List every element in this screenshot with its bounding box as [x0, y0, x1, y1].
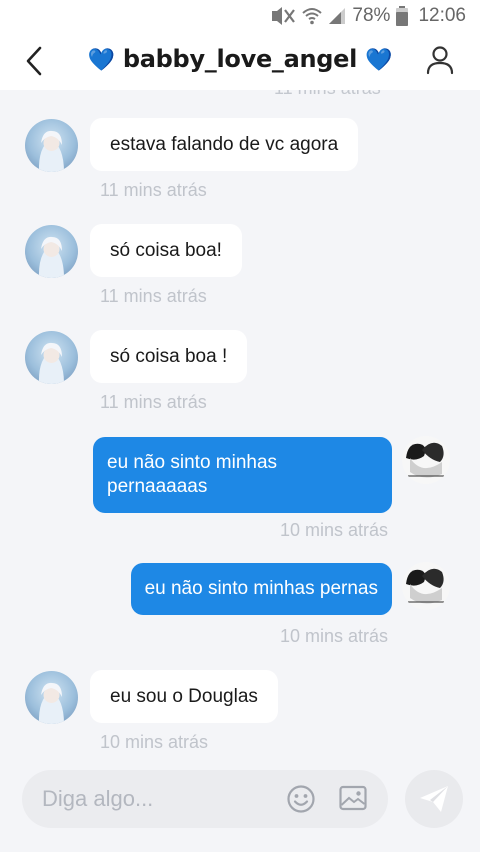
contact-avatar[interactable] [25, 331, 78, 384]
profile-button[interactable] [424, 44, 456, 76]
user-avatar[interactable] [402, 436, 450, 484]
smiley-icon [287, 785, 315, 813]
status-time: 12:06 [418, 5, 466, 26]
send-button[interactable] [405, 770, 463, 828]
message-timestamp: 11 mins atrás [100, 392, 207, 412]
person-icon [426, 46, 454, 75]
message-input[interactable] [42, 784, 272, 814]
chat-title-text: babby_love_angel [122, 45, 358, 73]
back-button[interactable] [18, 44, 52, 78]
message-bubble-incoming[interactable]: estava falando de vc agora [90, 118, 359, 171]
message-bubble-outgoing[interactable]: eu não sinto minhas pernaaaaas [93, 437, 392, 513]
blue-heart-icon: 💙 [365, 48, 393, 73]
emoji-button[interactable] [286, 784, 316, 814]
status-bar: 78% 12:06 [0, 0, 480, 32]
message-bubble-outgoing[interactable]: eu não sinto minhas pernas [130, 563, 392, 615]
message-bubble-incoming[interactable]: eu sou o Douglas [90, 670, 278, 723]
wifi-icon [302, 8, 323, 25]
battery-icon [396, 6, 409, 26]
message-bubble-incoming[interactable]: só coisa boa! [90, 224, 242, 277]
chevron-left-icon [26, 46, 42, 76]
paper-plane-icon [420, 786, 448, 812]
message-bubble-incoming[interactable]: só coisa boa ! [90, 330, 248, 383]
chat-messages[interactable]: 11 mins atrás estava falando de vc agora… [0, 90, 480, 760]
image-icon [339, 785, 367, 811]
contact-avatar[interactable] [25, 119, 78, 172]
message-timestamp: 10 mins atrás [100, 732, 209, 752]
user-avatar[interactable] [402, 562, 450, 610]
blue-heart-icon: 💙 [87, 48, 115, 73]
attach-image-button[interactable] [338, 783, 368, 813]
contact-avatar[interactable] [25, 225, 78, 278]
status-icons: 78% 12:06 [270, 5, 466, 27]
signal-icon [329, 8, 346, 24]
message-timestamp: 10 mins atrás [279, 626, 388, 646]
message-timestamp: 10 mins atrás [279, 520, 388, 540]
mute-icon [272, 7, 296, 25]
message-composer [0, 760, 480, 852]
message-timestamp: 11 mins atrás [100, 180, 207, 200]
contact-avatar[interactable] [25, 671, 78, 724]
chat-title: 💙 babby_love_angel 💙 [60, 45, 420, 73]
chat-header: 💙 babby_love_angel 💙 [0, 32, 480, 90]
message-input-container [22, 770, 388, 828]
message-timestamp: 11 mins atrás [100, 286, 207, 306]
battery-percent: 78% [352, 5, 391, 26]
message-timestamp: 11 mins atrás [274, 90, 381, 99]
